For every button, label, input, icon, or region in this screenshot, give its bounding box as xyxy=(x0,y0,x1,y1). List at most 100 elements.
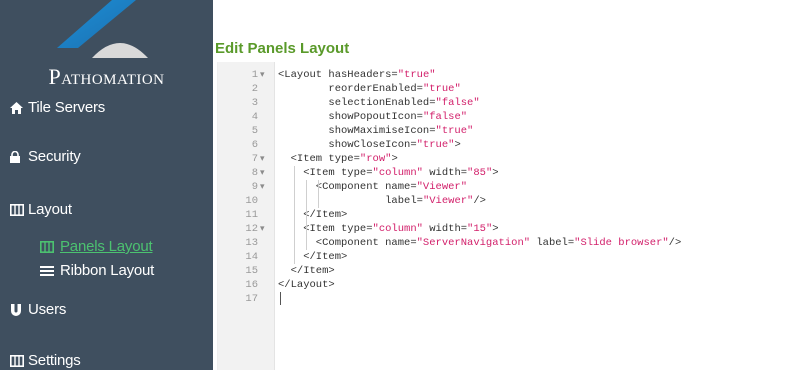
code-line: 16 </Layout> xyxy=(218,278,798,292)
code-token: </Item> xyxy=(278,251,348,263)
code-token: /> xyxy=(473,195,486,207)
sidebar-item-tile-servers[interactable]: Tile Servers xyxy=(10,99,105,116)
fold-toggle-icon[interactable]: ▾ xyxy=(260,180,270,194)
user-icon xyxy=(10,303,28,316)
code-line: 15 </Item> xyxy=(218,264,798,278)
sidebar-item-security[interactable]: Security xyxy=(10,148,81,165)
main-content: Edit Panels Layout 1 ▾ <Layout hasHeaders=… xyxy=(213,0,798,370)
string-literal: "column" xyxy=(372,223,423,235)
line-number: 11 xyxy=(245,209,258,221)
code-text: selectionEnabled="false" xyxy=(278,96,479,110)
string-literal: "Viewer" xyxy=(416,181,468,193)
line-number: 6 xyxy=(251,139,258,151)
code-token: <Item type= xyxy=(278,223,373,235)
page-title: Edit Panels Layout xyxy=(215,40,350,57)
code-token: showPopoutIcon= xyxy=(278,111,423,123)
line-number: 12 xyxy=(245,223,258,235)
string-literal: "ServerNavigation" xyxy=(416,237,531,249)
code-line: 3 selectionEnabled="false" xyxy=(218,96,798,110)
code-editor[interactable]: 1 ▾ <Layout hasHeaders="true" 2 reorderEnab… xyxy=(217,62,798,370)
fold-toggle-icon[interactable]: ▾ xyxy=(260,166,270,180)
code-token: reorderEnabled= xyxy=(278,83,423,95)
columns-icon xyxy=(10,203,28,216)
code-text: showPopoutIcon="false" xyxy=(278,110,467,124)
string-literal: "true" xyxy=(435,125,474,137)
code-text: <Item type="row"> xyxy=(278,152,398,166)
code-token: width= xyxy=(422,167,468,179)
code-token: /> xyxy=(668,237,682,249)
sidebar-item-label: Layout xyxy=(28,201,72,218)
line-number: 7 xyxy=(251,153,258,165)
sidebar-item-users[interactable]: Users xyxy=(10,301,66,318)
code-line: 7 ▾ <Item type="row"> xyxy=(218,152,798,166)
sidebar-item-label: Panels Layout xyxy=(60,238,153,255)
code-token: <Layout hasHeaders= xyxy=(278,69,398,81)
line-number: 16 xyxy=(245,279,258,291)
code-token: </Layout> xyxy=(278,279,335,291)
brand-name: Pathomation xyxy=(48,64,165,89)
code-text: <Item type="column" width="85"> xyxy=(278,166,499,180)
columns-icon xyxy=(40,240,60,253)
code-line: 11 </Item> xyxy=(218,208,798,222)
code-text: </Layout> xyxy=(278,278,335,292)
fold-toggle-icon[interactable]: ▾ xyxy=(260,222,270,236)
sidebar-item-label: Settings xyxy=(28,352,81,369)
string-literal: "15" xyxy=(467,223,493,235)
code-token: > xyxy=(391,153,398,165)
string-literal: "false" xyxy=(422,111,468,123)
string-literal: "Slide browser" xyxy=(574,237,669,249)
string-literal: "row" xyxy=(359,153,392,165)
code-text: showCloseIcon="true"> xyxy=(278,138,460,152)
line-number: 10 xyxy=(245,195,258,207)
sidebar-item-layout[interactable]: Layout xyxy=(10,201,72,218)
line-number: 8 xyxy=(251,167,258,179)
sidebar-item-label: Ribbon Layout xyxy=(60,262,155,279)
line-number: 4 xyxy=(251,111,258,123)
code-text: showMaximiseIcon="true" xyxy=(278,124,473,138)
code-line: 17 xyxy=(218,292,798,306)
code-line: 4 showPopoutIcon="false" xyxy=(218,110,798,124)
code-line: 13 <Component name="ServerNavigation" la… xyxy=(218,236,798,250)
sidebar-item-settings[interactable]: Settings xyxy=(10,352,81,369)
code-line: 8 ▾ <Item type="column" width="85"> xyxy=(218,166,798,180)
indent-guide xyxy=(306,236,307,250)
code-token: selectionEnabled= xyxy=(278,97,436,109)
fold-toggle-icon[interactable]: ▾ xyxy=(260,68,270,82)
code-token: > xyxy=(492,167,499,179)
code-line: 6 showCloseIcon="true"> xyxy=(218,138,798,152)
line-number: 2 xyxy=(251,83,258,95)
string-literal: "Viewer" xyxy=(422,195,474,207)
code-token: <Component name= xyxy=(278,237,417,249)
code-token: > xyxy=(492,223,499,235)
sidebar-item-panels-layout[interactable]: Panels Layout xyxy=(40,238,153,255)
line-number: 5 xyxy=(251,125,258,137)
string-literal: "column" xyxy=(372,167,423,179)
sidebar: Pathomation Tile Servers Security Layout… xyxy=(0,0,213,370)
code-text: <Layout hasHeaders="true" xyxy=(278,68,436,82)
code-token: label= xyxy=(278,195,423,207)
code-text: label="Viewer"/> xyxy=(278,194,486,208)
code-line: 2 reorderEnabled="true" xyxy=(218,82,798,96)
fold-toggle-icon[interactable]: ▾ xyxy=(260,152,270,166)
home-icon xyxy=(10,101,28,114)
line-number: 9 xyxy=(251,181,258,193)
code-token: </Item> xyxy=(278,209,348,221)
code-text: </Item> xyxy=(278,208,347,222)
code-token: </Item> xyxy=(278,265,335,277)
line-number: 15 xyxy=(245,265,258,277)
code-line: 10 label="Viewer"/> xyxy=(218,194,798,208)
string-literal: "85" xyxy=(467,167,493,179)
code-line: 14 </Item> xyxy=(218,250,798,264)
sidebar-item-ribbon-layout[interactable]: Ribbon Layout xyxy=(40,262,154,279)
code-token: showMaximiseIcon= xyxy=(278,125,436,137)
code-token: <Item type= xyxy=(278,167,373,179)
string-literal: "true" xyxy=(397,69,436,81)
string-literal: "true" xyxy=(416,139,455,151)
sidebar-item-label: Security xyxy=(28,148,81,165)
line-number: 14 xyxy=(245,251,258,263)
bars-icon xyxy=(40,265,60,277)
lock-icon xyxy=(10,150,28,163)
code-token: label= xyxy=(530,237,575,249)
indent-guide xyxy=(318,180,319,208)
code-token: <Component name= xyxy=(278,181,417,193)
